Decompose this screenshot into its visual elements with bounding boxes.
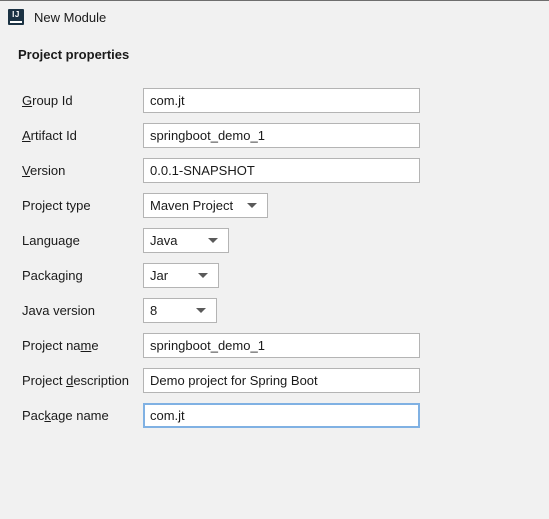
- form-row-package-name: Package name com.jt: [0, 403, 549, 438]
- label-text: Java version: [22, 303, 95, 318]
- label-java-version: Java version: [22, 303, 95, 319]
- label-text: escription: [73, 373, 129, 388]
- label-artifact-id: Artifact Id: [22, 128, 77, 144]
- label-text: Pac: [22, 408, 45, 423]
- label-package-name: Package name: [22, 408, 109, 424]
- label-language: Language: [22, 233, 80, 249]
- label-text: Project: [22, 373, 67, 388]
- label-text: Language: [22, 233, 80, 248]
- label-project-type: Project type: [22, 198, 91, 214]
- new-module-dialog: IJ New Module Project properties Group I…: [0, 0, 549, 519]
- project-properties-form: Group Id com.jt Artifact Id springboot_demo…: [0, 88, 549, 438]
- label-text: age name: [50, 408, 109, 423]
- input-artifact-id[interactable]: springboot_demo_1: [143, 123, 420, 148]
- label-mnemonic: G: [22, 93, 33, 108]
- chevron-down-icon[interactable]: [208, 238, 218, 243]
- combo-value-project-type: Maven Project: [150, 198, 234, 213]
- form-row-packaging: Packaging Jar: [0, 263, 549, 298]
- chevron-down-icon[interactable]: [247, 203, 257, 208]
- combo-language[interactable]: Java: [143, 228, 229, 253]
- label-text: Project na: [22, 338, 81, 353]
- label-text: rtifact Id: [30, 128, 77, 143]
- label-project-description: Project description: [22, 373, 129, 389]
- chevron-down-icon[interactable]: [196, 308, 206, 313]
- form-row-project-name: Project name springboot_demo_1: [0, 333, 549, 368]
- label-mnemonic: m: [80, 338, 92, 353]
- label-version: Version: [22, 163, 65, 179]
- combo-java-version[interactable]: 8: [143, 298, 217, 323]
- input-version[interactable]: 0.0.1-SNAPSHOT: [143, 158, 420, 183]
- intellij-idea-icon: IJ: [8, 9, 24, 25]
- input-project-description[interactable]: Demo project for Spring Boot: [143, 368, 420, 393]
- combo-value-packaging: Jar: [150, 268, 169, 283]
- input-group-id[interactable]: com.jt: [143, 88, 420, 113]
- label-text: roup Id: [32, 93, 73, 108]
- form-row-group-id: Group Id com.jt: [0, 88, 549, 123]
- combo-value-java-version: 8: [150, 303, 158, 318]
- combo-packaging[interactable]: Jar: [143, 263, 219, 288]
- window-title: New Module: [34, 9, 107, 25]
- form-row-project-type: Project type Maven Project: [0, 193, 549, 228]
- chevron-down-icon[interactable]: [198, 273, 208, 278]
- label-text: Packaging: [22, 268, 83, 283]
- label-group-id: Group Id: [22, 93, 73, 109]
- form-row-language: Language Java: [0, 228, 549, 263]
- form-row-project-description: Project description Demo project for Spri…: [0, 368, 549, 403]
- form-row-artifact-id: Artifact Id springboot_demo_1: [0, 123, 549, 158]
- label-text: Project type: [22, 198, 91, 213]
- intellij-idea-icon-letters: IJ: [12, 10, 20, 19]
- label-packaging: Packaging: [22, 268, 83, 284]
- page-title: Project properties: [18, 47, 130, 62]
- dialog-titlebar: IJ New Module: [0, 0, 549, 33]
- label-project-name: Project name: [22, 338, 99, 354]
- combo-project-type[interactable]: Maven Project: [143, 193, 268, 218]
- form-row-version: Version 0.0.1-SNAPSHOT: [0, 158, 549, 193]
- input-package-name[interactable]: com.jt: [143, 403, 420, 428]
- label-text: ersion: [29, 163, 66, 178]
- label-text: e: [91, 338, 99, 353]
- label-mnemonic: V: [22, 163, 30, 178]
- input-project-name[interactable]: springboot_demo_1: [143, 333, 420, 358]
- label-mnemonic: A: [22, 128, 31, 143]
- combo-value-language: Java: [150, 233, 178, 248]
- form-row-java-version: Java version 8: [0, 298, 549, 333]
- intellij-idea-icon-bar: [10, 21, 22, 23]
